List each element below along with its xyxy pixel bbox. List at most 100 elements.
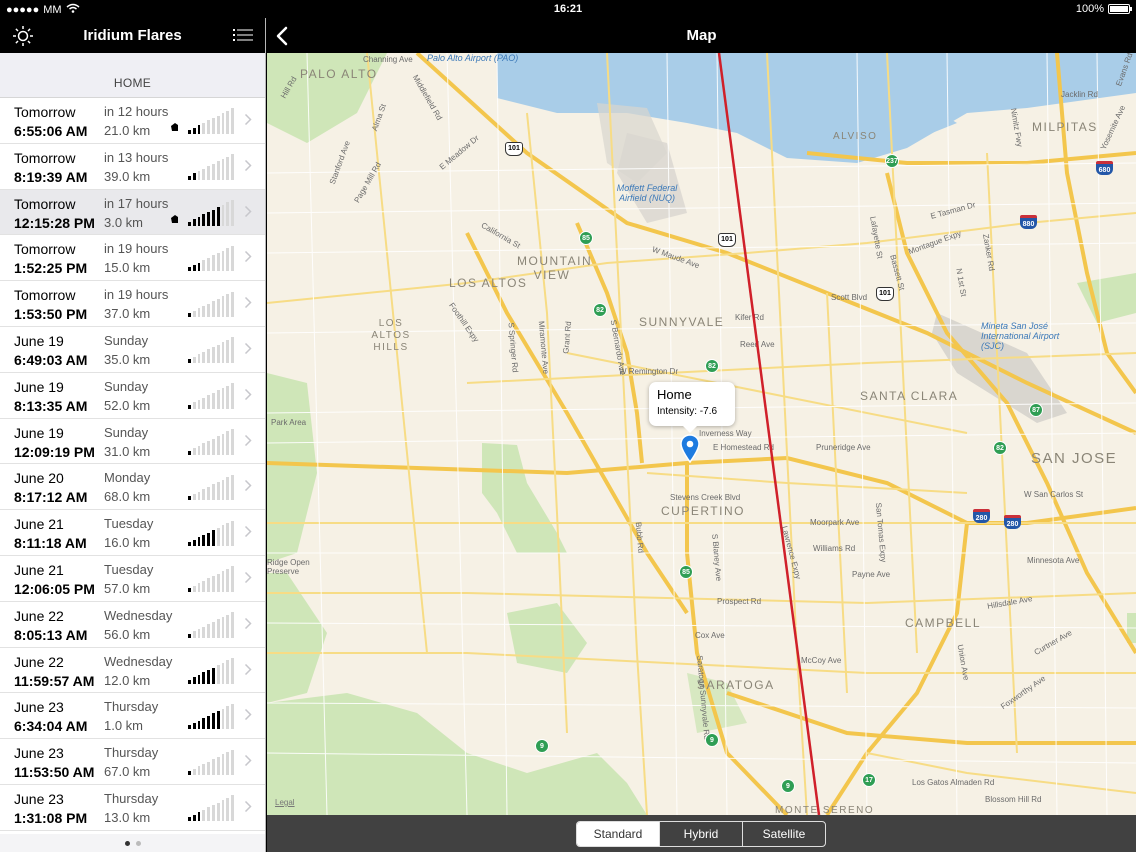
sidebar-title: Iridium Flares xyxy=(83,27,182,44)
list-menu-icon[interactable] xyxy=(233,27,253,43)
flare-list-row[interactable]: Tomorrow 1:52:25 PM in 19 hours 15.0 km xyxy=(0,235,265,282)
brightness-bars-icon xyxy=(188,612,234,638)
brightness-bar xyxy=(221,113,225,134)
brightness-bar xyxy=(207,807,210,821)
map-mode-satellite-segment[interactable]: Satellite xyxy=(743,822,825,846)
brightness-bar xyxy=(192,448,196,455)
map-mode-hybrid-segment[interactable]: Hybrid xyxy=(660,822,743,846)
flare-list-row[interactable]: June 21 8:11:18 AM Tuesday 16.0 km xyxy=(0,510,265,556)
battery-percent: 100% xyxy=(1075,3,1104,15)
brightness-bar xyxy=(197,583,201,592)
flare-list-row[interactable]: June 20 8:17:12 AM Monday 68.0 km xyxy=(0,464,265,511)
brightness-bar xyxy=(188,679,191,684)
brightness-bar xyxy=(197,262,201,272)
brightness-bar xyxy=(221,800,225,821)
flare-relative-time: Sunday xyxy=(104,332,149,348)
brightness-bar xyxy=(216,390,220,409)
section-header: HOME xyxy=(0,53,265,98)
flare-list-row[interactable]: June 23 1:31:08 PM Thursday 13.0 km xyxy=(0,784,265,831)
brightness-bar xyxy=(202,718,206,730)
brightness-bar xyxy=(197,399,201,409)
flare-list[interactable]: Tomorrow 6:55:06 AM in 12 hours 21.0 km Tomo… xyxy=(0,98,265,834)
brightness-bar xyxy=(211,713,215,730)
brightness-bar xyxy=(216,115,220,134)
flare-distance: 35.0 km xyxy=(104,351,151,367)
brightness-bar xyxy=(216,207,220,226)
flare-list-row[interactable]: June 22 8:05:13 AM Wednesday 56.0 km xyxy=(0,601,265,648)
callout-title: Home xyxy=(657,387,692,402)
brightness-bars-icon xyxy=(188,337,234,363)
brightness-bar xyxy=(221,204,225,226)
flare-date: June 19 xyxy=(14,378,64,395)
map-view[interactable]: PALO ALTO MOUNTAIN VIEW LOS ALTOS LOS AL… xyxy=(267,53,1136,815)
brightness-bar xyxy=(188,587,191,592)
flare-distance: 16.0 km xyxy=(104,535,151,551)
brightness-bar xyxy=(221,159,225,180)
page-dot[interactable] xyxy=(124,840,130,846)
home-location-pin-icon[interactable] xyxy=(680,434,700,464)
flare-list-row[interactable]: June 19 12:09:19 PM Sunday 31.0 km xyxy=(0,418,265,465)
brightness-bar xyxy=(221,433,225,455)
chevron-right-icon xyxy=(244,709,252,721)
brightness-bar xyxy=(202,122,206,134)
brightness-bar xyxy=(207,532,210,547)
brightness-bar xyxy=(188,130,191,134)
flare-list-row[interactable]: June 22 11:59:57 AM Wednesday 12.0 km xyxy=(0,647,265,694)
flare-distance: 13.0 km xyxy=(104,809,151,825)
flare-list-row[interactable]: June 23 11:53:50 AM Thursday 67.0 km xyxy=(0,739,265,785)
flare-relative-time: Thursday xyxy=(104,745,159,761)
map-mode-segmented-control[interactable]: Standard Hybrid Satellite xyxy=(576,821,826,847)
brightness-bar xyxy=(188,221,191,226)
brightness-bar xyxy=(226,294,230,318)
flare-time: 8:13:35 AM xyxy=(14,397,88,414)
brightness-bar xyxy=(202,214,206,226)
flare-list-row[interactable]: Tomorrow 12:15:28 PM in 17 hours 3.0 km xyxy=(0,189,265,236)
callout-intensity: Intensity: -7.6 xyxy=(657,406,718,417)
flare-list-row[interactable]: Tomorrow 8:19:39 AM in 13 hours 39.0 km xyxy=(0,143,265,190)
flare-list-row[interactable]: Tomorrow 1:53:50 PM in 19 hours 37.0 km xyxy=(0,281,265,327)
page-dot[interactable] xyxy=(135,840,141,846)
flare-time: 8:11:18 AM xyxy=(14,535,87,552)
brightness-bar xyxy=(197,308,201,318)
brightness-bar xyxy=(216,619,220,638)
brightness-bar xyxy=(231,200,234,226)
flare-date: June 20 xyxy=(14,470,64,487)
brightness-bar xyxy=(221,250,225,272)
brightness-bars-icon xyxy=(188,154,234,180)
brightness-bar xyxy=(231,337,234,363)
flare-time: 12:15:28 PM xyxy=(14,214,95,231)
flare-relative-time: Monday xyxy=(104,470,151,486)
map-title: Map xyxy=(686,27,717,44)
flare-date: June 23 xyxy=(14,699,64,716)
home-callout[interactable]: Home Intensity: -7.6 xyxy=(649,382,735,433)
flare-list-row[interactable]: June 19 8:13:35 AM Sunday 52.0 km xyxy=(0,372,265,419)
brightness-bar xyxy=(197,720,201,730)
brightness-bar xyxy=(197,125,201,134)
brightness-bar xyxy=(226,248,230,272)
flare-relative-time: Thursday xyxy=(104,699,159,715)
brightness-bar xyxy=(216,756,220,776)
flare-list-row[interactable]: June 23 6:34:04 AM Thursday 1.0 km xyxy=(0,693,265,740)
brightness-bar xyxy=(221,754,225,776)
flare-list-row[interactable]: June 21 12:06:05 PM Tuesday 57.0 km xyxy=(0,555,265,602)
map-nav-bar: Map xyxy=(267,18,1136,53)
brightness-bar xyxy=(211,209,215,226)
flare-distance: 52.0 km xyxy=(104,397,151,413)
brightness-bar xyxy=(226,797,230,821)
flare-track-layer xyxy=(717,53,821,815)
flare-date: Tomorrow xyxy=(14,241,76,258)
flare-list-row[interactable]: Tomorrow 6:55:06 AM in 12 hours 21.0 km xyxy=(0,98,265,144)
flare-relative-time: in 17 hours xyxy=(104,195,169,211)
brightness-bar xyxy=(231,474,234,501)
map-legal-link[interactable]: Legal xyxy=(275,798,295,807)
chevron-right-icon xyxy=(244,251,252,263)
brightness-bar xyxy=(216,573,220,592)
status-time: 16:21 xyxy=(553,3,583,15)
map-mode-standard-segment[interactable]: Standard xyxy=(577,822,660,846)
page-indicator[interactable] xyxy=(0,834,265,852)
flare-list-row[interactable]: June 19 6:49:03 AM Sunday 35.0 km xyxy=(0,326,265,373)
brightness-bars-icon xyxy=(188,291,234,318)
chevron-right-icon xyxy=(244,480,252,492)
flare-time: 1:53:50 PM xyxy=(14,306,88,323)
brightness-bar xyxy=(202,580,206,592)
